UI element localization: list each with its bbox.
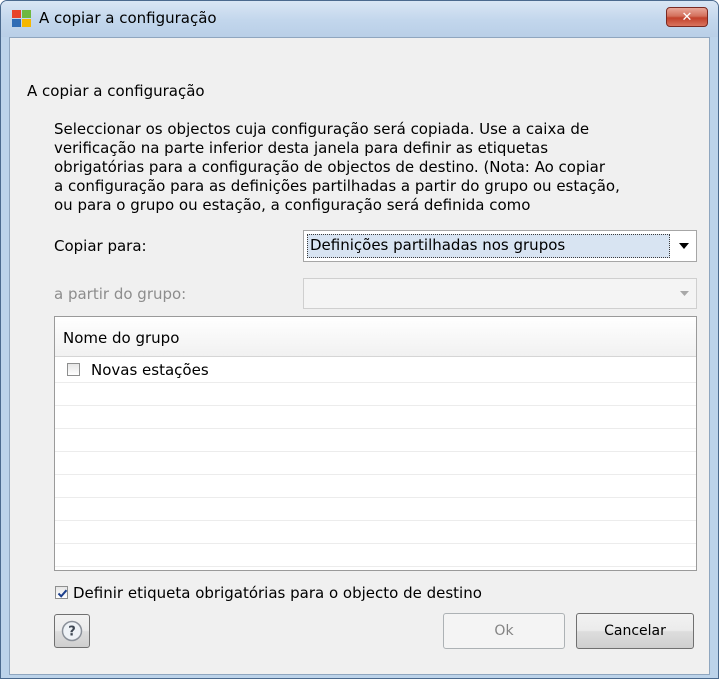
description-line: ou para o grupo ou estação, a configuraç… (54, 196, 531, 214)
empty-row (55, 406, 696, 429)
description-line: obrigatórias para a configuração de obje… (54, 158, 606, 176)
list-item-label: Novas estações (91, 361, 209, 379)
empty-row (55, 498, 696, 521)
description-line: verificação na parte inferior desta jane… (54, 139, 549, 157)
from-group-dropdown[interactable] (303, 278, 697, 309)
help-button[interactable]: ? (54, 614, 90, 648)
list-item[interactable]: Novas estações (55, 357, 696, 383)
title-bar[interactable]: A copiar a configuração ✕ (1, 1, 718, 37)
column-header-label: Nome do grupo (63, 329, 180, 347)
empty-row (55, 544, 696, 567)
cancel-button[interactable]: Cancelar (576, 613, 694, 649)
avg-logo-icon (12, 10, 31, 27)
column-header-group-name[interactable]: Nome do grupo (55, 317, 696, 357)
dropdown-arrow-icon[interactable] (672, 279, 696, 308)
window-title: A copiar a configuração (39, 9, 217, 27)
mandatory-label-text[interactable]: Definir etiqueta obrigatórias para o obj… (73, 584, 482, 602)
description-line: Seleccionar os objectos cuja configuraçã… (54, 120, 590, 138)
row-checkbox[interactable] (67, 363, 80, 376)
from-group-label: a partir do grupo: (54, 285, 187, 303)
description-line: a configuração para as definições partil… (54, 177, 620, 195)
copy-to-dropdown[interactable]: Definições partilhadas nos grupos (303, 230, 697, 262)
check-mark-icon (57, 589, 68, 598)
ok-button[interactable]: Ok (443, 613, 565, 649)
mandatory-label-checkbox[interactable] (55, 586, 68, 599)
copy-to-value: Definições partilhadas nos grupos (310, 236, 566, 254)
empty-row (55, 429, 696, 452)
group-list[interactable]: Nome do grupo Novas estações (54, 316, 697, 571)
empty-row (55, 383, 696, 406)
dropdown-arrow-icon[interactable] (672, 231, 696, 261)
close-button[interactable]: ✕ (666, 7, 708, 27)
copy-to-label: Copiar para: (54, 237, 147, 255)
close-icon: ✕ (681, 9, 693, 25)
description-text: Seleccionar os objectos cuja configuraçã… (54, 120, 709, 218)
svg-text:?: ? (68, 625, 76, 640)
empty-row (55, 521, 696, 544)
empty-row (55, 452, 696, 475)
empty-row (55, 475, 696, 498)
help-icon: ? (61, 620, 83, 642)
dialog-heading: A copiar a configuração (27, 82, 205, 100)
